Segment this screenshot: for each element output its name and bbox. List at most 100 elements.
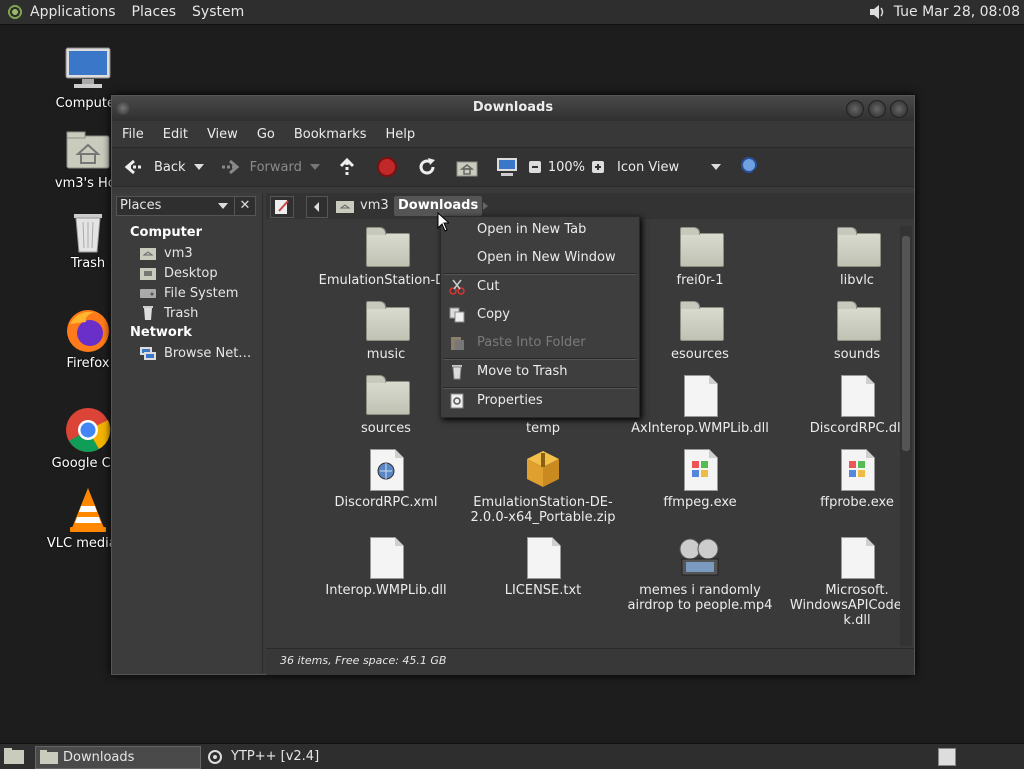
stop-icon	[376, 157, 397, 177]
top-panel: Applications Places System Tue Mar 28, 0…	[0, 0, 1024, 25]
breadcrumb-vm3[interactable]: vm3	[360, 196, 389, 216]
folder-icon	[835, 301, 881, 343]
applications-menu[interactable]: Applications	[30, 4, 116, 20]
network-icon	[140, 347, 156, 360]
zoom-in-button[interactable]	[591, 152, 605, 182]
system-menu[interactable]: System	[192, 4, 244, 20]
forward-arrow-icon	[221, 159, 239, 175]
computer-button[interactable]	[496, 152, 518, 182]
menu-edit[interactable]: Edit	[163, 127, 188, 142]
places-list: Computer vm3 Desktop File System Trash N…	[112, 223, 262, 363]
reload-icon	[419, 158, 435, 175]
sidebar-item-desktop[interactable]: Desktop	[112, 263, 262, 283]
menu-item-cut[interactable]: Cut	[441, 275, 639, 299]
folder-item[interactable]: sources	[311, 375, 461, 436]
sidebar-item-browse-network[interactable]: Browse Net…	[112, 343, 262, 363]
folder-item[interactable]: EmulationStation-DE	[311, 227, 461, 288]
menu-item-properties[interactable]: Properties	[441, 389, 639, 413]
folder-item[interactable]: libvlc	[782, 227, 900, 288]
distro-logo-icon[interactable]	[6, 3, 24, 21]
file-item[interactable]: AxInterop.WMPLib.dll	[625, 375, 775, 436]
home-folder-icon	[64, 126, 112, 174]
view-mode-select[interactable]: Icon View	[617, 152, 722, 182]
forward-button[interactable]: Forward	[218, 152, 302, 182]
search-button[interactable]	[739, 152, 763, 182]
status-text: 36 items, Free space: 45.1 GB	[280, 654, 447, 667]
taskbar-item-downloads[interactable]: Downloads	[35, 746, 201, 769]
path-scroll-left-button[interactable]	[306, 196, 328, 218]
home-button[interactable]	[456, 152, 478, 182]
zoom-out-button[interactable]	[528, 152, 542, 182]
back-history-dropdown[interactable]	[186, 152, 204, 182]
clock[interactable]: Tue Mar 28, 08:08	[894, 4, 1020, 20]
back-button[interactable]: Back	[122, 152, 186, 182]
file-item[interactable]: ffmpeg.exe	[625, 449, 775, 510]
copy-icon	[449, 307, 465, 323]
up-button[interactable]	[336, 152, 358, 182]
file-label: temp	[525, 421, 560, 436]
volume-icon[interactable]	[868, 3, 886, 21]
vertical-scrollbar[interactable]	[900, 226, 912, 646]
reload-button[interactable]	[416, 152, 438, 182]
folder-icon	[364, 227, 410, 269]
file-item[interactable]: DiscordRPC.xml	[311, 449, 461, 510]
minimize-button[interactable]	[846, 100, 864, 118]
chevron-down-icon	[218, 203, 228, 209]
show-desktop-icon[interactable]	[4, 748, 24, 764]
file-label: ffprobe.exe	[820, 495, 894, 510]
menu-item-open-new-window[interactable]: Open in New Window	[441, 246, 639, 270]
zoom-level[interactable]: 100%	[548, 152, 585, 182]
menu-go[interactable]: Go	[257, 127, 275, 142]
side-pane-selector[interactable]: Places	[116, 196, 235, 216]
folder-item[interactable]: music	[311, 301, 461, 362]
menu-help[interactable]: Help	[385, 127, 415, 142]
folder-icon	[40, 750, 58, 764]
sidebar-item-vm3[interactable]: vm3	[112, 243, 262, 263]
menu-bookmarks[interactable]: Bookmarks	[294, 127, 367, 142]
computer-icon	[64, 46, 112, 94]
menu-view[interactable]: View	[207, 127, 238, 142]
file-item[interactable]: memes i randomly airdrop to people.mp4	[625, 537, 775, 613]
menu-item-open-new-tab[interactable]: Open in New Tab	[441, 218, 639, 242]
zoom-out-icon	[528, 161, 541, 173]
sidebar-item-trash[interactable]: Trash	[112, 303, 262, 323]
folder-item[interactable]: sounds	[782, 301, 900, 362]
home-folder-icon	[140, 248, 156, 260]
file-item[interactable]: ffprobe.exe	[782, 449, 900, 510]
folder-item[interactable]: frei0r-1	[625, 227, 775, 288]
sidebar-item-label: Browse Net…	[164, 345, 252, 361]
chevron-left-icon	[314, 202, 319, 212]
maximize-button[interactable]	[868, 100, 886, 118]
file-item[interactable]: Interop.WMPLib.dll	[311, 537, 461, 598]
chevron-right-icon[interactable]	[480, 200, 490, 212]
window-titlebar[interactable]: Downloads	[112, 96, 914, 121]
file-item[interactable]: Microsoft. WindowsAPICodePac k.dll	[782, 537, 900, 628]
exe-icon	[678, 449, 722, 491]
close-button[interactable]	[890, 100, 908, 118]
sidebar-item-label: vm3	[164, 245, 193, 261]
file-item[interactable]: LICENSE.txt	[468, 537, 618, 598]
menu-file[interactable]: File	[122, 127, 144, 142]
toolbar: Back Forward 100% Icon View	[112, 147, 914, 187]
file-label: esources	[671, 347, 729, 362]
scrollbar-thumb[interactable]	[902, 236, 910, 451]
folder-item[interactable]: esources	[625, 301, 775, 362]
taskbar-item-ytp[interactable]: YTP++ [v2.4]	[205, 746, 365, 767]
close-side-pane-button[interactable]: ✕	[234, 196, 256, 216]
view-mode-label: Icon View	[617, 159, 680, 175]
sidebar-item-file-system[interactable]: File System	[112, 283, 262, 303]
places-menu[interactable]: Places	[132, 4, 177, 20]
menu-item-copy[interactable]: Copy	[441, 303, 639, 327]
file-item[interactable]: EmulationStation-DE- 2.0.0-x64_Portable.…	[468, 449, 618, 525]
bottom-panel: Downloads YTP++ [v2.4]	[0, 743, 1024, 769]
forward-history-dropdown[interactable]	[302, 152, 320, 182]
menu-item-move-to-trash[interactable]: Move to Trash	[441, 360, 639, 384]
file-item[interactable]: DiscordRPC.dll	[782, 375, 900, 436]
toggle-location-entry-button[interactable]	[270, 196, 294, 218]
workspace-switcher[interactable]	[938, 748, 956, 766]
file-label: AxInterop.WMPLib.dll	[631, 421, 769, 436]
xml-icon	[364, 449, 408, 491]
vlc-icon	[64, 486, 112, 534]
file-label: DiscordRPC.xml	[334, 495, 438, 510]
stop-button[interactable]	[376, 152, 398, 182]
